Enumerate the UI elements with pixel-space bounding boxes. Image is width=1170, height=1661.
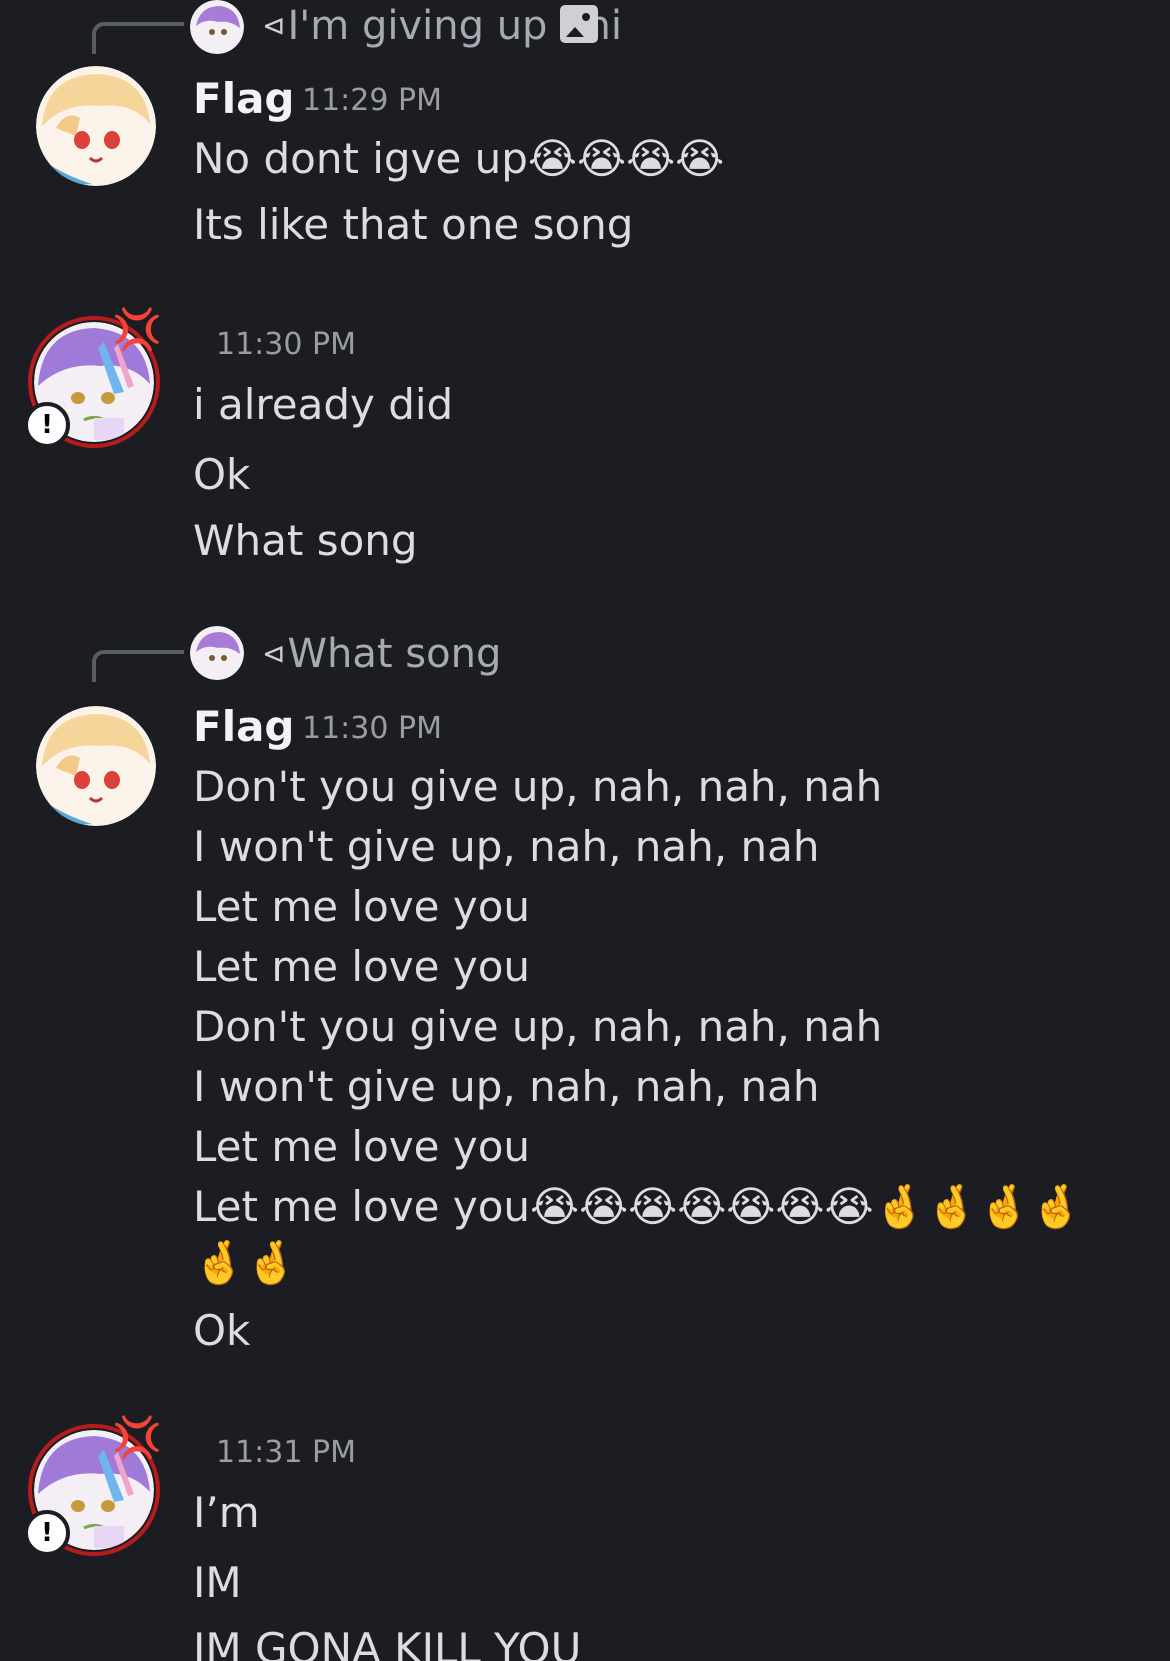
timestamp: 11:30 PM xyxy=(302,711,442,746)
message-line: Let me love you😭😭😭😭😭😭😭🤞🤞🤞🤞 xyxy=(193,1182,1083,1231)
reply-connector xyxy=(92,650,184,682)
timestamp: 11:31 PM xyxy=(216,1435,356,1470)
image-icon xyxy=(560,5,598,43)
timestamp: 11:30 PM xyxy=(216,327,356,362)
message-line: IM GONA KILL YOU xyxy=(193,1624,582,1661)
message-line: Ok xyxy=(193,1306,251,1355)
reply-preview[interactable]: ⊲What song xyxy=(262,634,501,674)
username[interactable]: Flag xyxy=(193,78,295,120)
message-line: I’m xyxy=(193,1488,260,1537)
message-line: Don't you give up, nah, nah, nah xyxy=(193,762,883,811)
message-line: Let me love you xyxy=(193,942,531,991)
message-line: No dont igve up😭😭😭😭 xyxy=(193,134,725,183)
message-line: Ok xyxy=(193,450,251,499)
avatar[interactable] xyxy=(36,66,156,186)
anger-icon: 💢 xyxy=(112,307,162,353)
message-line: Let me love you xyxy=(193,1122,531,1171)
message-line: Its like that one song xyxy=(193,200,634,249)
message-line: I won't give up, nah, nah, nah xyxy=(193,822,820,871)
message-line: What song xyxy=(193,516,418,565)
reply-arrow-icon: ⊲ xyxy=(262,637,286,670)
timestamp: 11:29 PM xyxy=(302,83,442,118)
reply-connector xyxy=(92,22,184,54)
reply-arrow-icon: ⊲ xyxy=(262,9,286,42)
reply-avatar[interactable] xyxy=(190,626,244,680)
warning-badge-icon: ! xyxy=(24,402,70,448)
anger-icon: 💢 xyxy=(112,1415,162,1461)
message-line: IM xyxy=(193,1558,242,1607)
username[interactable]: Flag xyxy=(193,706,295,748)
message-line: Don't you give up, nah, nah, nah xyxy=(193,1002,883,1051)
message-line: i already did xyxy=(193,380,454,429)
reply-avatar[interactable] xyxy=(190,0,244,54)
warning-badge-icon: ! xyxy=(24,1510,70,1556)
message-line: I won't give up, nah, nah, nah xyxy=(193,1062,820,1111)
avatar[interactable] xyxy=(36,706,156,826)
message-line: Let me love you xyxy=(193,882,531,931)
message-line: 🤞🤞 xyxy=(193,1238,298,1287)
